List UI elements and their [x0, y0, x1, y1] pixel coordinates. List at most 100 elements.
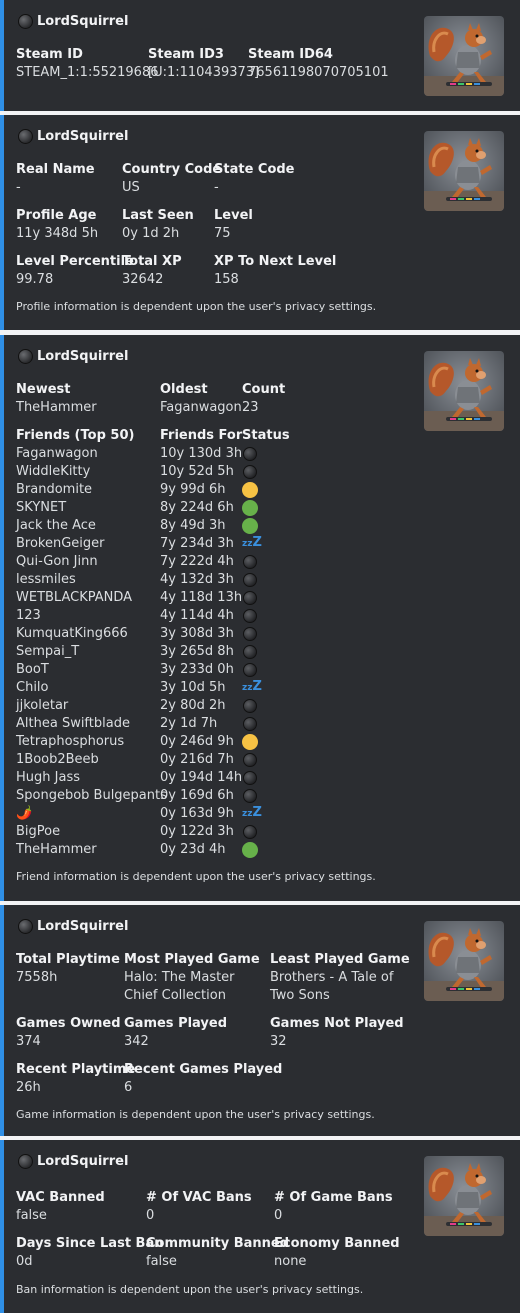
embed-steam-ids: LordSquirrel Steam ID STEAM_1:1:55219686…	[0, 0, 520, 111]
field-steam-id3: Steam ID3 [U:1:110439373]	[148, 46, 259, 82]
author-name: LordSquirrel	[37, 349, 129, 364]
squirrel-avatar	[424, 16, 504, 96]
embed-author[interactable]: LordSquirrel	[18, 1154, 128, 1169]
embed-author[interactable]: LordSquirrel	[18, 129, 128, 144]
friend-row: SKYNET 8y 224d 6h	[16, 499, 306, 517]
friend-duration: 3y 308d 3h	[160, 626, 234, 641]
field-value: none	[274, 1254, 307, 1269]
friend-duration: 0y 169d 6h	[160, 788, 234, 803]
friend-row: Tetraphosphorus 0y 246d 9h	[16, 733, 306, 751]
friend-row: WETBLACKPANDA 4y 118d 13h	[16, 589, 306, 607]
friend-duration: 8y 49d 3h	[160, 518, 226, 533]
field-name: # Of Game Bans	[274, 1190, 393, 1205]
friend-row: 123 4y 114d 4h	[16, 607, 306, 625]
friend-name: BooT	[16, 662, 49, 677]
field-value: 11y 348d 5h	[16, 226, 99, 241]
field-name: Friends (Top 50)	[16, 428, 135, 443]
embed-author[interactable]: LordSquirrel	[18, 349, 128, 364]
friend-row: Althea Swiftblade 2y 1d 7h	[16, 715, 306, 733]
field-games-owned: Games Owned 374	[16, 1015, 121, 1051]
friend-row: Brandomite 9y 99d 6h	[16, 481, 306, 499]
field-value: 75	[214, 226, 231, 241]
idle-status-icon	[242, 734, 258, 750]
offline-status-icon	[243, 789, 257, 803]
embed-bans: LordSquirrel VAC Banned false # Of VAC B…	[0, 1140, 520, 1313]
friend-name: 123	[16, 608, 41, 623]
field-value: TheHammer	[16, 400, 97, 415]
offline-status-icon	[243, 591, 257, 605]
friend-name: BrokenGeiger	[16, 536, 105, 551]
friend-duration: 10y 130d 3h	[160, 446, 243, 461]
steam-avatar-icon	[18, 14, 33, 29]
field-name: Oldest	[160, 382, 208, 397]
thumbnail-image[interactable]	[424, 16, 504, 96]
sleep-status-icon: zzZ	[242, 805, 262, 820]
steam-avatar-icon	[18, 129, 33, 144]
field-value: 32	[270, 1034, 287, 1049]
offline-status-icon	[243, 573, 257, 587]
squirrel-avatar	[424, 351, 504, 431]
field-value: Halo: The Master Chief Collection	[124, 970, 235, 1003]
field-recent-games-played: Recent Games Played 6	[124, 1061, 282, 1097]
offline-status-icon	[243, 465, 257, 479]
field-name: Economy Banned	[274, 1236, 400, 1251]
friend-row: Jack the Ace 8y 49d 3h	[16, 517, 306, 535]
field-country-code: Country Code US	[122, 161, 221, 197]
field-name: Country Code	[122, 162, 222, 177]
offline-status-icon	[243, 609, 257, 623]
friend-name: Tetraphosphorus	[16, 734, 125, 749]
thumbnail-image[interactable]	[424, 351, 504, 431]
friend-duration: 0y 216d 7h	[160, 752, 234, 767]
field-value: 158	[214, 272, 239, 287]
field-value: false	[146, 1254, 177, 1269]
friend-name: Faganwagon	[16, 446, 98, 461]
embed-footer: Profile information is dependent upon th…	[16, 300, 377, 313]
thumbnail-image[interactable]	[424, 131, 504, 211]
field-total-playtime: Total Playtime 7558h	[16, 951, 120, 987]
friend-row: BooT 3y 233d 0h	[16, 661, 306, 679]
field-value: 0	[274, 1208, 283, 1223]
offline-status-icon	[243, 771, 257, 785]
field-value: 23	[242, 400, 259, 415]
friend-duration: 2y 1d 7h	[160, 716, 218, 731]
field-name: Community Banned	[146, 1236, 290, 1251]
friend-duration: 4y 118d 13h	[160, 590, 243, 605]
offline-status-icon	[243, 645, 257, 659]
friend-name: SKYNET	[16, 500, 67, 515]
friend-row: 1Boob2Beeb 0y 216d 7h	[16, 751, 306, 769]
friend-name: TheHammer	[16, 842, 97, 857]
friend-name: Chilo	[16, 680, 49, 695]
friend-row: TheHammer 0y 23d 4h	[16, 841, 306, 859]
offline-status-icon	[243, 825, 257, 839]
friend-duration: 0y 246d 9h	[160, 734, 234, 749]
field-name: Level	[214, 208, 253, 223]
field-name: Games Played	[124, 1016, 228, 1031]
field-name: Days Since Last Ban	[16, 1236, 164, 1251]
friend-name: Qui-Gon Jinn	[16, 554, 98, 569]
embed-author[interactable]: LordSquirrel	[18, 14, 128, 29]
field-community-banned: Community Banned false	[146, 1235, 289, 1271]
friend-duration: 3y 10d 5h	[160, 680, 226, 695]
thumbnail-image[interactable]	[424, 1156, 504, 1236]
field-name: Friends For	[160, 428, 243, 443]
field-profile-age: Profile Age 11y 348d 5h	[16, 207, 98, 243]
field-name: Total Playtime	[16, 952, 120, 967]
sleep-status-icon: zzZ	[242, 535, 262, 550]
field-vac-banned: VAC Banned false	[16, 1189, 105, 1225]
offline-status-icon	[243, 555, 257, 569]
field-value: -	[16, 180, 21, 195]
field-name: VAC Banned	[16, 1190, 105, 1205]
field-value: 32642	[122, 272, 164, 287]
thumbnail-image[interactable]	[424, 921, 504, 1001]
steam-avatar-icon	[18, 919, 33, 934]
friend-name: lessmiles	[16, 572, 76, 587]
friend-duration: 0y 23d 4h	[160, 842, 226, 857]
field-value: 374	[16, 1034, 41, 1049]
field-name: Most Played Game	[124, 952, 260, 967]
field-value: STEAM_1:1:55219686	[16, 65, 159, 80]
friend-duration: 7y 234d 3h	[160, 536, 234, 551]
embed-author[interactable]: LordSquirrel	[18, 919, 128, 934]
squirrel-avatar	[424, 131, 504, 211]
field-name: Games Owned	[16, 1016, 121, 1031]
friend-row: jjkoletar 2y 80d 2h	[16, 697, 306, 715]
